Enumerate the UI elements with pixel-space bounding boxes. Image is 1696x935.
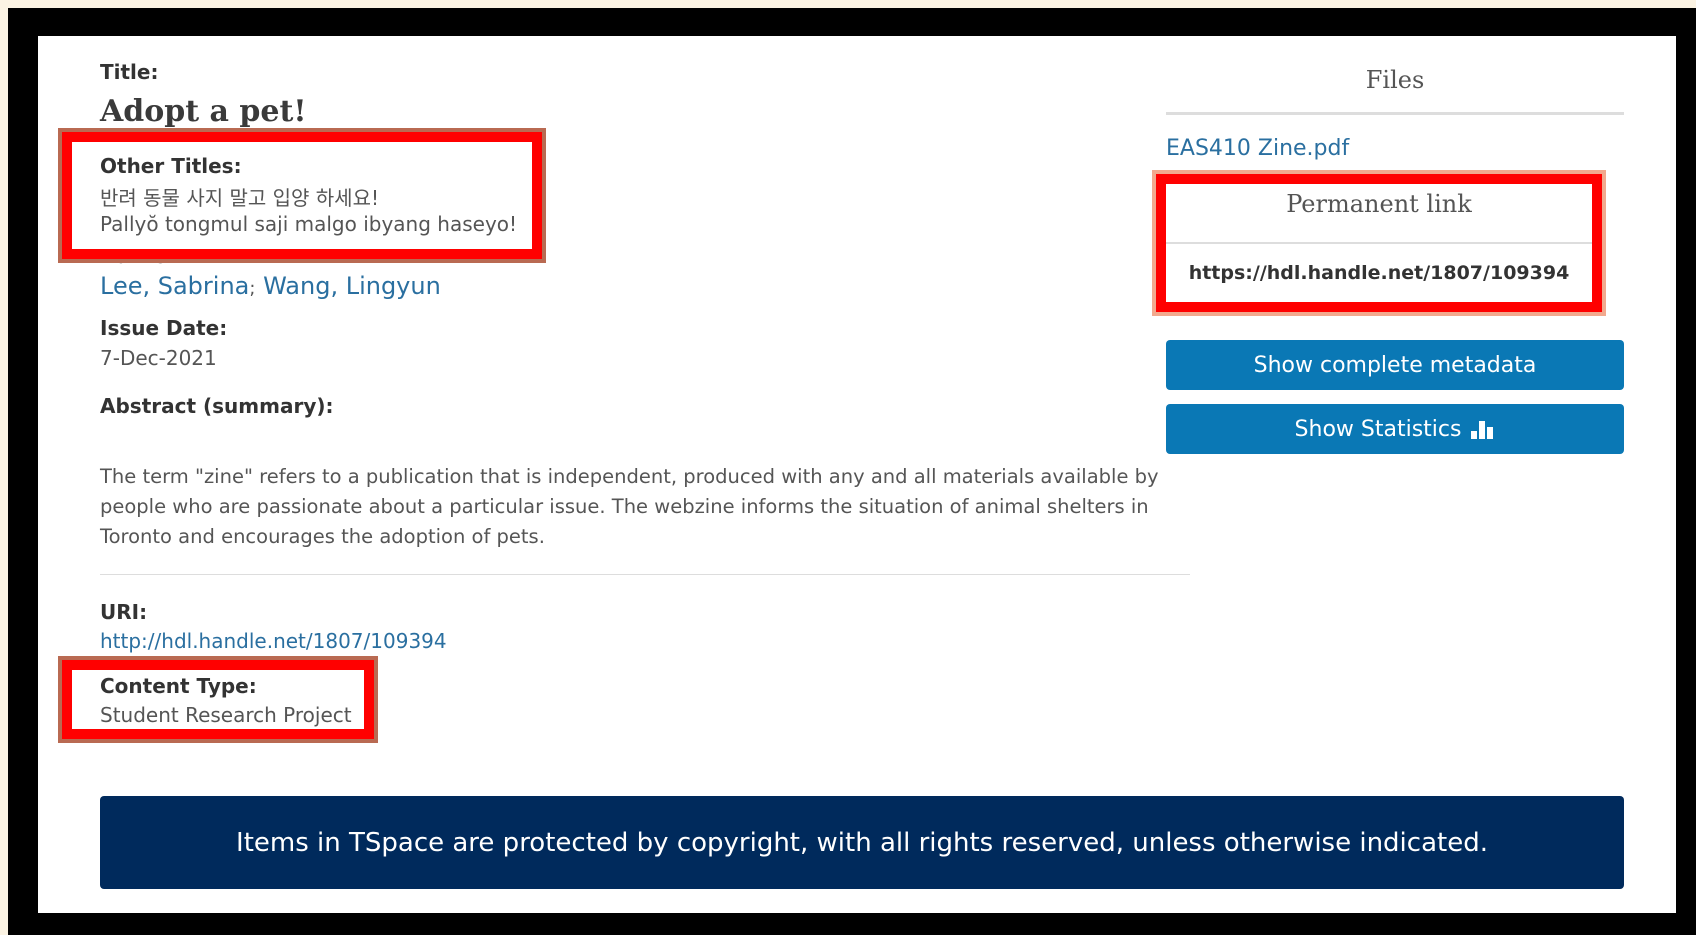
permanent-link-heading: Permanent link xyxy=(1286,190,1472,218)
uri-link[interactable]: http://hdl.handle.net/1807/109394 xyxy=(100,629,447,653)
file-link[interactable]: EAS410 Zine.pdf xyxy=(1166,136,1349,161)
page-title: Adopt a pet! xyxy=(100,94,307,129)
other-titles-label: Other Titles: xyxy=(100,154,242,178)
show-statistics-label: Show Statistics xyxy=(1294,416,1462,442)
permanent-link-highlight: Permanent link https://hdl.handle.net/18… xyxy=(1152,170,1606,316)
show-metadata-button[interactable]: Show complete metadata xyxy=(1166,340,1624,390)
other-title-romanized: Pallyŏ tongmul saji malgo ibyang haseyo! xyxy=(100,212,518,236)
copyright-banner: Items in TSpace are protected by copyrig… xyxy=(100,796,1624,889)
abstract-text: The term "zine" refers to a publication … xyxy=(100,465,1159,548)
content-type-highlight: Content Type: Student Research Project xyxy=(58,656,378,743)
title-label: Title: xyxy=(100,60,159,84)
author-link-1[interactable]: Lee, Sabrina xyxy=(100,272,249,300)
author-link-2[interactable]: Wang, Lingyun xyxy=(263,272,441,300)
uri-label: URI: xyxy=(100,600,148,624)
other-titles-highlight: Other Titles: 반려 동물 사지 말고 입양 하세요! Pallyŏ… xyxy=(58,128,546,263)
divider xyxy=(100,574,1190,575)
content-type-label: Content Type: xyxy=(100,674,257,698)
author-separator: ; xyxy=(249,278,256,299)
bar-chart-icon xyxy=(1471,419,1495,439)
author-list: Lee, Sabrina; Wang, Lingyun xyxy=(100,272,441,300)
files-divider xyxy=(1166,112,1624,115)
show-statistics-button[interactable]: Show Statistics xyxy=(1166,404,1624,454)
screenshot-border-top xyxy=(0,0,1696,8)
other-title-korean: 반려 동물 사지 말고 입양 하세요! xyxy=(100,186,380,210)
files-heading: Files xyxy=(1365,66,1425,94)
issue-date-label: Issue Date: xyxy=(100,316,228,340)
issue-date-value: 7-Dec-2021 xyxy=(100,346,217,370)
permanent-link-divider xyxy=(1166,242,1592,244)
abstract-label: Abstract (summary): xyxy=(100,394,334,418)
copyright-notice: Items in TSpace are protected by copyrig… xyxy=(236,827,1488,858)
content-type-value: Student Research Project xyxy=(100,703,352,727)
permanent-link-url[interactable]: https://hdl.handle.net/1807/109394 xyxy=(1166,262,1592,284)
screenshot-border-left xyxy=(0,0,8,935)
item-record-page: Title: Adopt a pet! Author: Lee, Sabrina… xyxy=(38,36,1676,913)
